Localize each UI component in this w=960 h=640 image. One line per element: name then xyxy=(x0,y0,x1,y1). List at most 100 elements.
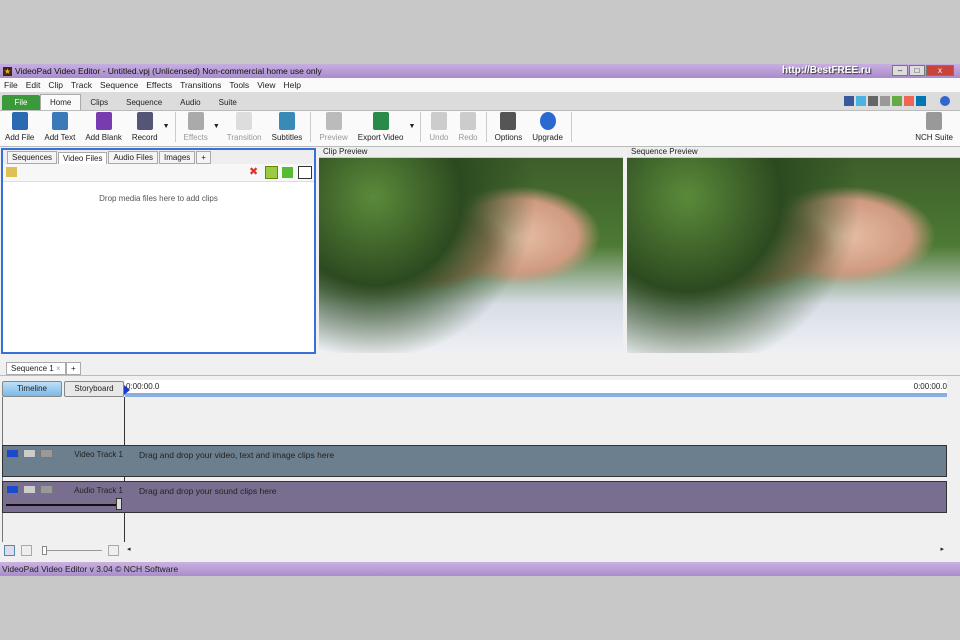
menu-effects[interactable]: Effects xyxy=(142,80,176,90)
share-icon[interactable] xyxy=(880,96,890,106)
storyboard-button[interactable]: Storyboard xyxy=(64,381,124,397)
twitter-icon[interactable] xyxy=(856,96,866,106)
end-time: 0:00:00.0 xyxy=(913,382,947,391)
transition-icon xyxy=(236,112,253,130)
sequence-preview-label: Sequence Preview xyxy=(627,147,960,158)
sequence-preview-image[interactable] xyxy=(627,158,960,353)
divider xyxy=(485,112,487,142)
tab-file[interactable]: File xyxy=(2,95,40,110)
add-file-button[interactable]: Add File xyxy=(0,112,39,142)
label: Upgrade xyxy=(532,133,563,142)
video-track[interactable]: Video Track 1 Drag and drop your video, … xyxy=(2,445,947,477)
delicious-icon[interactable] xyxy=(892,96,902,106)
menu-edit[interactable]: Edit xyxy=(22,80,45,90)
stumble-icon[interactable] xyxy=(904,96,914,106)
export-video-button[interactable]: Export Video xyxy=(353,112,409,142)
tab-sequences[interactable]: Sequences xyxy=(7,151,58,164)
delete-icon[interactable]: ✖ xyxy=(249,167,260,178)
maximize-button[interactable]: □ xyxy=(909,65,925,76)
list-view-icon[interactable] xyxy=(298,166,312,179)
linkedin-icon[interactable] xyxy=(916,96,926,106)
menu-help[interactable]: Help xyxy=(279,80,304,90)
clip-preview-image[interactable] xyxy=(319,158,623,353)
effects-button[interactable]: Effects xyxy=(179,112,213,142)
tab-audio[interactable]: Audio xyxy=(171,95,209,110)
audio-track[interactable]: Audio Track 1 Drag and drop your sound c… xyxy=(2,481,947,513)
menu-clip[interactable]: Clip xyxy=(44,80,67,90)
effects-dropdown-icon[interactable]: ▼ xyxy=(213,123,220,130)
tab-audio-files[interactable]: Audio Files xyxy=(108,151,159,164)
effects-icon xyxy=(187,112,204,130)
zoom-in-icon[interactable] xyxy=(108,545,119,556)
tab-images[interactable]: Images xyxy=(159,151,196,164)
label: NCH Suite xyxy=(915,133,953,142)
menu-track[interactable]: Track xyxy=(67,80,96,90)
timeline-button[interactable]: Timeline xyxy=(2,381,62,397)
preview-button[interactable]: Preview xyxy=(314,112,352,142)
media-bin[interactable]: Sequences Video Files Audio Files Images… xyxy=(1,148,316,354)
scroll-left-icon[interactable]: ◂ xyxy=(127,545,131,553)
playhead-icon[interactable] xyxy=(124,385,130,395)
menu-transitions[interactable]: Transitions xyxy=(176,80,225,90)
menu-view[interactable]: View xyxy=(253,80,279,90)
subtitles-icon xyxy=(278,112,295,130)
tab-sequence[interactable]: Sequence xyxy=(117,95,171,110)
close-button[interactable]: x xyxy=(926,65,954,76)
audio-track-hint: Drag and drop your sound clips here xyxy=(139,486,277,496)
subtitles-button[interactable]: Subtitles xyxy=(267,112,308,142)
upgrade-button[interactable]: Upgrade xyxy=(527,112,568,142)
zoom-slider[interactable] xyxy=(42,550,102,551)
zoom-fit-icon[interactable] xyxy=(4,545,15,556)
sequence-preview-pane: Sequence Preview xyxy=(627,147,960,354)
close-tab-icon[interactable]: × xyxy=(56,364,61,373)
volume-slider-handle[interactable] xyxy=(116,498,122,510)
label: Export Video xyxy=(357,133,404,142)
add-blank-button[interactable]: Add Blank xyxy=(80,112,126,142)
volume-slider[interactable] xyxy=(6,504,122,506)
watermark: http://BestFREE.ru xyxy=(782,65,871,76)
menu-sequence[interactable]: Sequence xyxy=(96,80,142,90)
tab-video-files[interactable]: Video Files xyxy=(58,152,108,164)
record-icon xyxy=(136,112,153,130)
add-sequence-button[interactable]: + xyxy=(66,362,81,375)
tab-home[interactable]: Home xyxy=(40,94,82,110)
tab-suite[interactable]: Suite xyxy=(210,95,246,110)
down-arrow-icon[interactable] xyxy=(282,167,293,178)
scroll-right-icon[interactable]: ▸ xyxy=(940,545,944,553)
menu-file[interactable]: File xyxy=(0,80,22,90)
video-track-hint: Drag and drop your video, text and image… xyxy=(139,450,335,460)
open-folder-icon[interactable] xyxy=(6,167,17,177)
export-dropdown-icon[interactable]: ▼ xyxy=(408,123,415,130)
redo-icon xyxy=(460,112,477,130)
label: Add File xyxy=(5,133,35,142)
time-ruler[interactable]: 0:00:00.0 0:00:00.0 xyxy=(124,380,947,397)
new-folder-icon[interactable] xyxy=(265,166,278,179)
window-title: VideoPad Video Editor - Untitled.vpj (Un… xyxy=(15,66,322,76)
zoom-slider-handle[interactable] xyxy=(42,546,47,555)
undo-button[interactable]: Undo xyxy=(424,112,453,142)
menu-tools[interactable]: Tools xyxy=(225,80,253,90)
label: Transition xyxy=(226,133,262,142)
options-button[interactable]: Options xyxy=(490,112,528,142)
ribbon-tabs: File Home Clips Sequence Audio Suite xyxy=(0,92,960,111)
zoom-out-icon[interactable] xyxy=(21,545,32,556)
tab-sequence-1[interactable]: Sequence 1 × xyxy=(6,362,66,375)
tab-clips[interactable]: Clips xyxy=(81,95,117,110)
transition-button[interactable]: Transition xyxy=(222,112,267,142)
clip-preview-pane: Clip Preview xyxy=(319,147,623,354)
minimize-button[interactable]: – xyxy=(892,65,908,76)
record-button[interactable]: Record xyxy=(127,112,163,142)
add-tab-button[interactable]: + xyxy=(196,151,211,164)
video-track-name: Video Track 1 xyxy=(74,450,123,459)
record-dropdown-icon[interactable]: ▼ xyxy=(163,123,170,130)
add-text-button[interactable]: Add Text xyxy=(39,112,80,142)
camera-icon[interactable] xyxy=(868,96,878,106)
redo-button[interactable]: Redo xyxy=(454,112,483,142)
facebook-icon[interactable] xyxy=(844,96,854,106)
sequence-tabs: Sequence 1 × + xyxy=(0,360,960,376)
help-icon[interactable] xyxy=(940,96,950,106)
add-blank-icon xyxy=(95,112,112,130)
label: Add Blank xyxy=(85,133,122,142)
tools-icon xyxy=(500,112,517,130)
nch-suite-button[interactable]: NCH Suite xyxy=(910,112,958,142)
